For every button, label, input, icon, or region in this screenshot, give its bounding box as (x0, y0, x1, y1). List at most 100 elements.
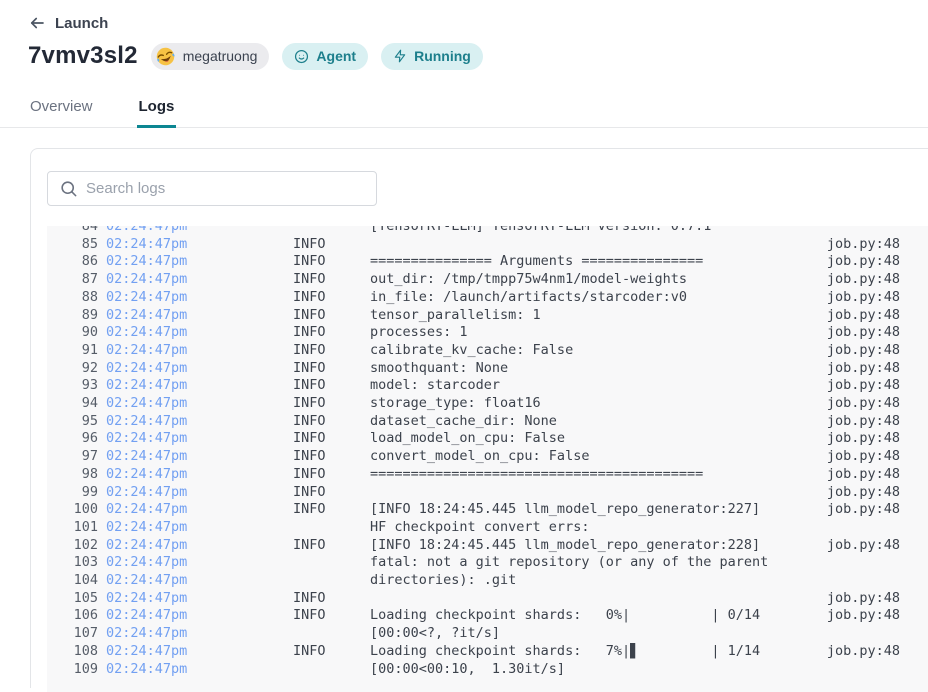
log-row: 103 02:24:47pm fatal: not a git reposito… (47, 554, 928, 572)
log-source: job.py:48 (827, 484, 928, 502)
log-line-number: 102 (47, 537, 98, 555)
log-message: smoothquant: None (370, 360, 827, 378)
log-message: tensor_parallelism: 1 (370, 307, 827, 325)
log-message: storage_type: float16 (370, 395, 827, 413)
log-timestamp: 02:24:47pm (98, 501, 293, 519)
log-row: 105 02:24:47pm INFO job.py:48 (47, 590, 928, 608)
agent-badge-label: Agent (316, 48, 356, 64)
log-source: job.py:48 (827, 377, 928, 395)
log-line-number: 93 (47, 377, 98, 395)
log-row: 92 02:24:47pm INFO smoothquant: None job… (47, 360, 928, 378)
back-arrow-icon[interactable] (28, 14, 46, 32)
log-line-number: 99 (47, 484, 98, 502)
log-line-number: 97 (47, 448, 98, 466)
log-source: job.py:48 (827, 324, 928, 342)
log-source: job.py:48 (827, 289, 928, 307)
log-line-number: 98 (47, 466, 98, 484)
log-source (900, 519, 928, 537)
log-level: INFO (293, 501, 370, 519)
tab-logs[interactable]: Logs (137, 88, 177, 127)
log-timestamp: 02:24:47pm (98, 572, 293, 590)
search-box (47, 171, 377, 206)
log-message: directories): .git (370, 572, 900, 590)
log-timestamp: 02:24:47pm (98, 448, 293, 466)
log-timestamp: 02:24:47pm (98, 395, 293, 413)
log-message: processes: 1 (370, 324, 827, 342)
log-row: 109 02:24:47pm [00:00<00:10, 1.30it/s] (47, 661, 928, 679)
log-level (293, 572, 370, 590)
log-row: 107 02:24:47pm [00:00<?, ?it/s] (47, 625, 928, 643)
log-message: [INFO 18:24:45.445 llm_model_repo_genera… (370, 501, 827, 519)
log-line-number: 89 (47, 307, 98, 325)
log-level: INFO (293, 289, 370, 307)
log-row: 101 02:24:47pm HF checkpoint convert err… (47, 519, 928, 537)
log-timestamp: 02:24:47pm (98, 307, 293, 325)
log-message: Loading checkpoint shards: 7%|▋ | 1/14 (370, 643, 827, 661)
log-line-number: 86 (47, 253, 98, 271)
log-source (900, 661, 928, 679)
log-level: INFO (293, 643, 370, 661)
log-timestamp: 02:24:47pm (98, 590, 293, 608)
log-line-number: 107 (47, 625, 98, 643)
log-line-number: 94 (47, 395, 98, 413)
log-source: job.py:48 (827, 643, 928, 661)
log-level (293, 226, 370, 236)
log-source: job.py:48 (827, 413, 928, 431)
log-level: INFO (293, 342, 370, 360)
log-timestamp: 02:24:47pm (98, 466, 293, 484)
log-timestamp: 02:24:47pm (98, 430, 293, 448)
log-timestamp: 02:24:47pm (98, 342, 293, 360)
log-level: INFO (293, 236, 370, 254)
log-row: 89 02:24:47pm INFO tensor_parallelism: 1… (47, 307, 928, 325)
log-level: INFO (293, 430, 370, 448)
log-source: job.py:48 (827, 360, 928, 378)
log-source: job.py:48 (827, 342, 928, 360)
log-row: 86 02:24:47pm INFO =============== Argum… (47, 253, 928, 271)
log-row: 108 02:24:47pm INFO Loading checkpoint s… (47, 643, 928, 661)
log-level: INFO (293, 537, 370, 555)
status-badge: Running (381, 43, 483, 70)
tab-overview[interactable]: Overview (28, 88, 95, 127)
log-message: HF checkpoint convert errs: (370, 519, 900, 537)
log-message: out_dir: /tmp/tmpp75w4nm1/model-weights (370, 271, 827, 289)
log-line-number: 88 (47, 289, 98, 307)
agent-icon (294, 49, 309, 64)
status-badge-label: Running (414, 48, 471, 64)
log-content: 84 02:24:47pm [TensorRT-LLM] TensorRT-LL… (47, 226, 928, 678)
log-message: in_file: /launch/artifacts/starcoder:v0 (370, 289, 827, 307)
log-row: 98 02:24:47pm INFO =====================… (47, 466, 928, 484)
laughing-emoji-avatar (155, 46, 176, 67)
log-level: INFO (293, 360, 370, 378)
log-level (293, 554, 370, 572)
log-source: job.py:48 (827, 466, 928, 484)
tab-bar: Overview Logs (0, 88, 928, 128)
log-message: load_model_on_cpu: False (370, 430, 827, 448)
page-title: 7vmv3sl2 (28, 42, 138, 70)
log-source: job.py:48 (827, 501, 928, 519)
log-row: 99 02:24:47pm INFO job.py:48 (47, 484, 928, 502)
log-viewport[interactable]: 84 02:24:47pm [TensorRT-LLM] TensorRT-LL… (47, 226, 928, 680)
log-level: INFO (293, 607, 370, 625)
log-row: 85 02:24:47pm INFO job.py:48 (47, 236, 928, 254)
log-level: INFO (293, 466, 370, 484)
log-row: 102 02:24:47pm INFO [INFO 18:24:45.445 l… (47, 537, 928, 555)
owner-name: megatruong (183, 48, 258, 64)
search-input[interactable] (47, 171, 377, 206)
log-line-number: 109 (47, 661, 98, 679)
log-source (900, 572, 928, 590)
breadcrumb-launch-label[interactable]: Launch (55, 15, 108, 32)
log-row: 84 02:24:47pm [TensorRT-LLM] TensorRT-LL… (47, 226, 928, 236)
log-timestamp: 02:24:47pm (98, 377, 293, 395)
log-source (900, 625, 928, 643)
log-level: INFO (293, 324, 370, 342)
log-level: INFO (293, 307, 370, 325)
log-timestamp: 02:24:47pm (98, 484, 293, 502)
page-header: Launch 7vmv3sl2 megatruong Agent Running (0, 0, 928, 70)
log-row: 88 02:24:47pm INFO in_file: /launch/arti… (47, 289, 928, 307)
log-timestamp: 02:24:47pm (98, 625, 293, 643)
log-timestamp: 02:24:47pm (98, 289, 293, 307)
log-row: 90 02:24:47pm INFO processes: 1 job.py:4… (47, 324, 928, 342)
log-level: INFO (293, 484, 370, 502)
owner-badge[interactable]: megatruong (151, 43, 270, 70)
log-row: 93 02:24:47pm INFO model: starcoder job.… (47, 377, 928, 395)
